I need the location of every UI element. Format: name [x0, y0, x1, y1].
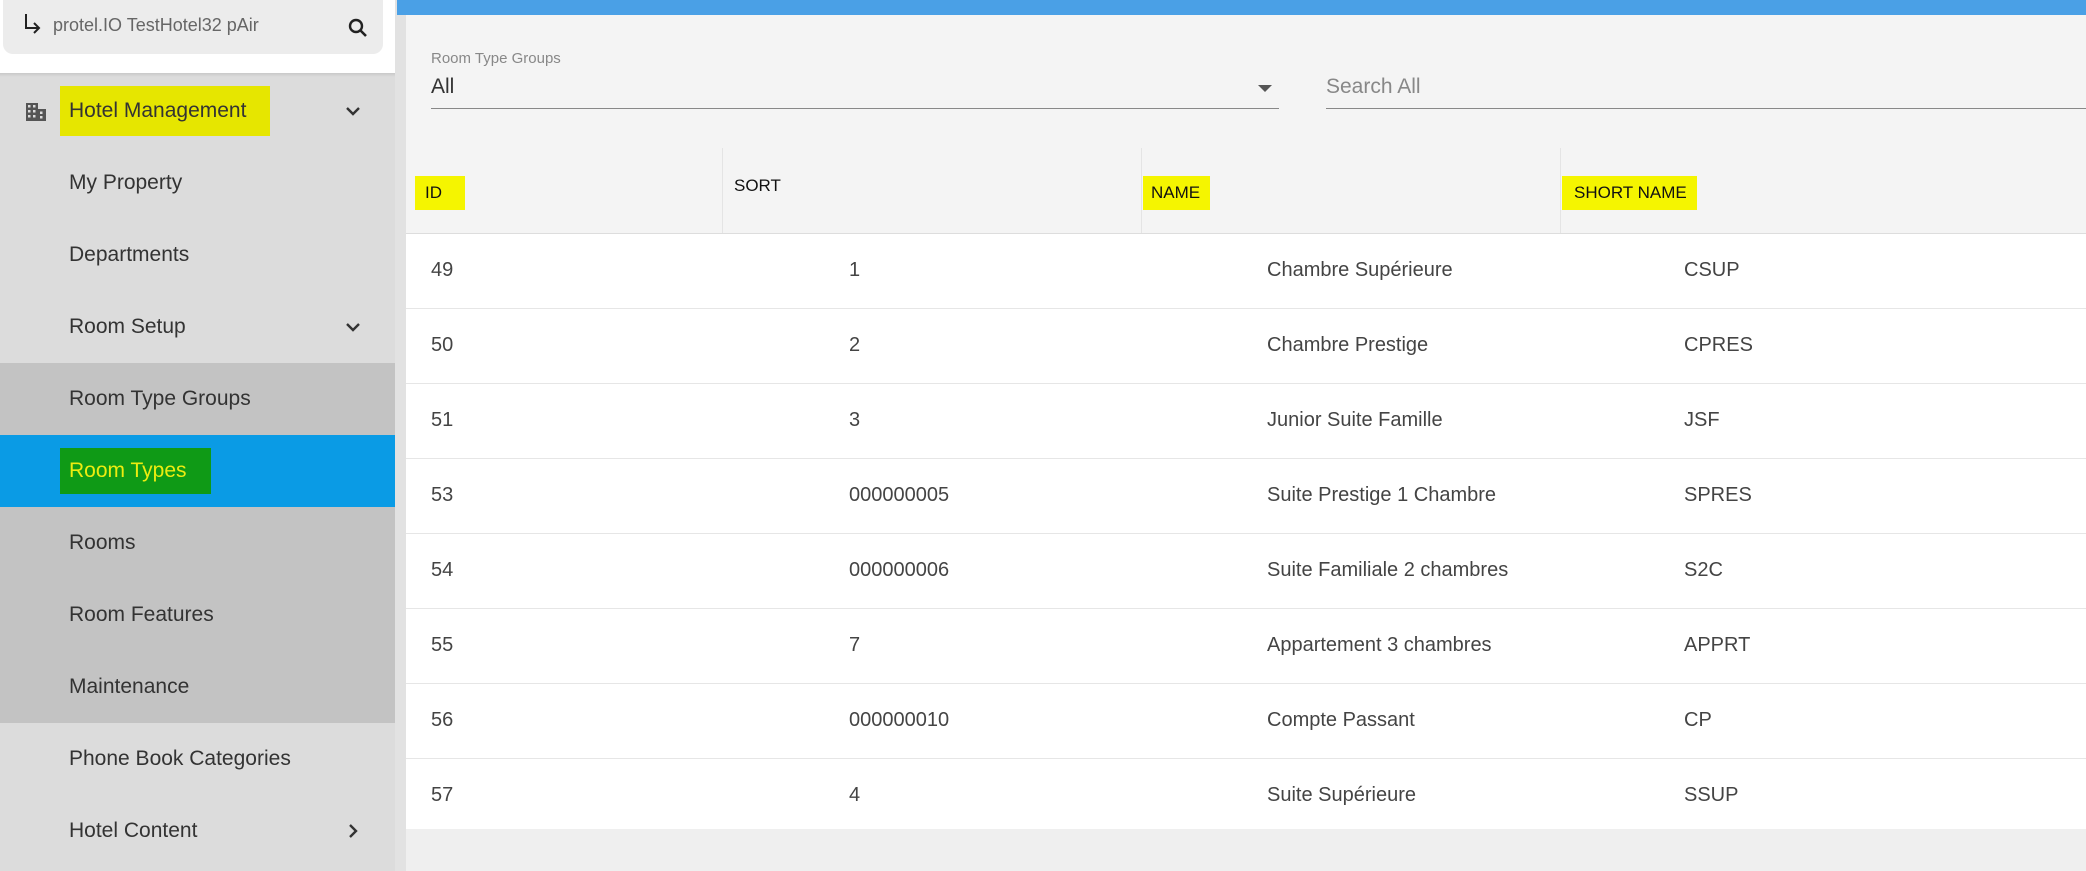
nav-label: Maintenance	[69, 675, 190, 698]
return-arrow-icon	[25, 14, 41, 34]
nav-item-hotel-management[interactable]: Hotel Management	[0, 75, 395, 147]
column-header-label: ID	[415, 176, 465, 210]
cell-short-name: CP	[1684, 709, 1712, 731]
column-header-sort[interactable]: SORT	[723, 148, 1142, 233]
cell-sort: 000000006	[849, 559, 950, 581]
sidebar: protel.IO TestHotel32 pAir Hotel Managem…	[0, 0, 395, 871]
cell-name: Suite Supérieure	[1267, 784, 1416, 806]
cell-name: Compte Passant	[1267, 709, 1415, 731]
nav-label: Hotel Content	[69, 819, 198, 842]
chevron-down-icon[interactable]	[341, 315, 365, 339]
cell-name: Suite Prestige 1 Chambre	[1267, 484, 1497, 506]
cell-name: Chambre Prestige	[1267, 334, 1429, 356]
cell-short-name: JSF	[1684, 409, 1720, 431]
nav-item-departments[interactable]: Departments	[0, 219, 395, 291]
room-type-groups-select[interactable]: All	[431, 71, 1279, 109]
nav-item-rooms[interactable]: Rooms	[0, 507, 395, 579]
nav-item-my-property[interactable]: My Property	[0, 147, 395, 219]
sidebar-header: protel.IO TestHotel32 pAir	[0, 0, 395, 75]
chevron-right-icon[interactable]	[341, 819, 365, 843]
nav-item-maintenance[interactable]: Maintenance	[0, 651, 395, 723]
hotel-name: protel.IO TestHotel32 pAir	[53, 15, 259, 35]
table-row[interactable]: 54 000000006 Suite Familiale 2 chambres …	[406, 534, 2086, 609]
cell-short-name: APPRT	[1684, 634, 1751, 656]
cell-sort: 2	[849, 334, 861, 356]
cell-name: Junior Suite Famille	[1267, 409, 1443, 431]
nav-label: Hotel Management	[60, 86, 271, 136]
cell-id: 55	[431, 634, 454, 656]
room-type-groups-label: Room Type Groups	[431, 50, 561, 67]
cell-id: 49	[431, 259, 454, 281]
table-row[interactable]: 56 000000010 Compte Passant CP	[406, 684, 2086, 759]
nav-label: Room Type Groups	[69, 387, 251, 410]
cell-sort: 1	[849, 259, 861, 281]
room-types-table: ID SORT NAME SHORT NAME 49 1 Chambre Sup…	[406, 148, 2086, 833]
top-bar	[397, 0, 2086, 15]
caret-down-icon	[1258, 85, 1272, 92]
chevron-down-icon[interactable]	[341, 99, 365, 123]
table-footer-space	[406, 829, 2086, 871]
nav-item-room-features[interactable]: Room Features	[0, 579, 395, 651]
column-header-short-name[interactable]: SHORT NAME	[1561, 148, 2086, 233]
cell-short-name: SPRES	[1684, 484, 1752, 506]
table-row[interactable]: 51 3 Junior Suite Famille JSF	[406, 384, 2086, 459]
cell-id: 57	[431, 784, 454, 806]
nav-label: Phone Book Categories	[69, 747, 291, 770]
cell-sort: 7	[849, 634, 861, 656]
filter-bar: Room Type Groups All	[406, 15, 2086, 148]
content-divider	[395, 0, 406, 871]
cell-sort: 3	[849, 409, 861, 431]
table-row[interactable]: 55 7 Appartement 3 chambres APPRT	[406, 609, 2086, 684]
nav-item-room-setup[interactable]: Room Setup	[0, 291, 395, 363]
cell-sort: 000000010	[849, 709, 950, 731]
cell-short-name: S2C	[1684, 559, 1723, 581]
cell-id: 53	[431, 484, 454, 506]
building-icon	[26, 103, 46, 121]
column-header-id[interactable]: ID	[406, 148, 723, 233]
nav-item-phone-book-categories[interactable]: Phone Book Categories	[0, 723, 395, 795]
nav-item-room-type-groups[interactable]: Room Type Groups	[0, 363, 395, 435]
nav-label: Room Setup	[69, 315, 186, 338]
table-header: ID SORT NAME SHORT NAME	[406, 148, 2086, 234]
nav-label: Departments	[69, 243, 190, 266]
cell-name: Appartement 3 chambres	[1267, 634, 1492, 656]
nav-label: Room Features	[69, 603, 214, 626]
nav-item-room-types[interactable]: Room Types	[0, 435, 395, 507]
table-row[interactable]: 49 1 Chambre Supérieure CSUP	[406, 234, 2086, 309]
column-header-label: SORT	[734, 176, 781, 195]
cell-sort: 000000005	[849, 484, 950, 506]
table-row[interactable]: 53 000000005 Suite Prestige 1 Chambre SP…	[406, 459, 2086, 534]
table-row[interactable]: 50 2 Chambre Prestige CPRES	[406, 309, 2086, 384]
cell-short-name: CPRES	[1684, 334, 1753, 356]
cell-id: 56	[431, 709, 454, 731]
hotel-selector[interactable]: protel.IO TestHotel32 pAir	[3, 0, 383, 54]
cell-short-name: SSUP	[1684, 784, 1739, 806]
column-header-label: SHORT NAME	[1562, 176, 1697, 210]
search-icon[interactable]	[347, 17, 369, 39]
column-header-label: NAME	[1143, 176, 1211, 210]
nav-item-hotel-content[interactable]: Hotel Content	[0, 795, 395, 867]
table-row[interactable]: 57 4 Suite Supérieure SSUP	[406, 759, 2086, 833]
cell-sort: 4	[849, 784, 861, 806]
nav-label: Room Types	[60, 448, 211, 494]
cell-id: 50	[431, 334, 454, 356]
search-all-input[interactable]	[1326, 75, 2066, 99]
cell-short-name: CSUP	[1684, 259, 1740, 281]
column-header-name[interactable]: NAME	[1142, 148, 1561, 233]
search-all-field[interactable]	[1326, 71, 2086, 109]
nav-label: My Property	[69, 171, 183, 194]
cell-id: 51	[431, 409, 454, 431]
cell-name: Suite Familiale 2 chambres	[1267, 559, 1509, 581]
cell-id: 54	[431, 559, 454, 581]
nav-label: Rooms	[69, 531, 136, 554]
select-value: All	[431, 75, 455, 98]
cell-name: Chambre Supérieure	[1267, 259, 1453, 281]
